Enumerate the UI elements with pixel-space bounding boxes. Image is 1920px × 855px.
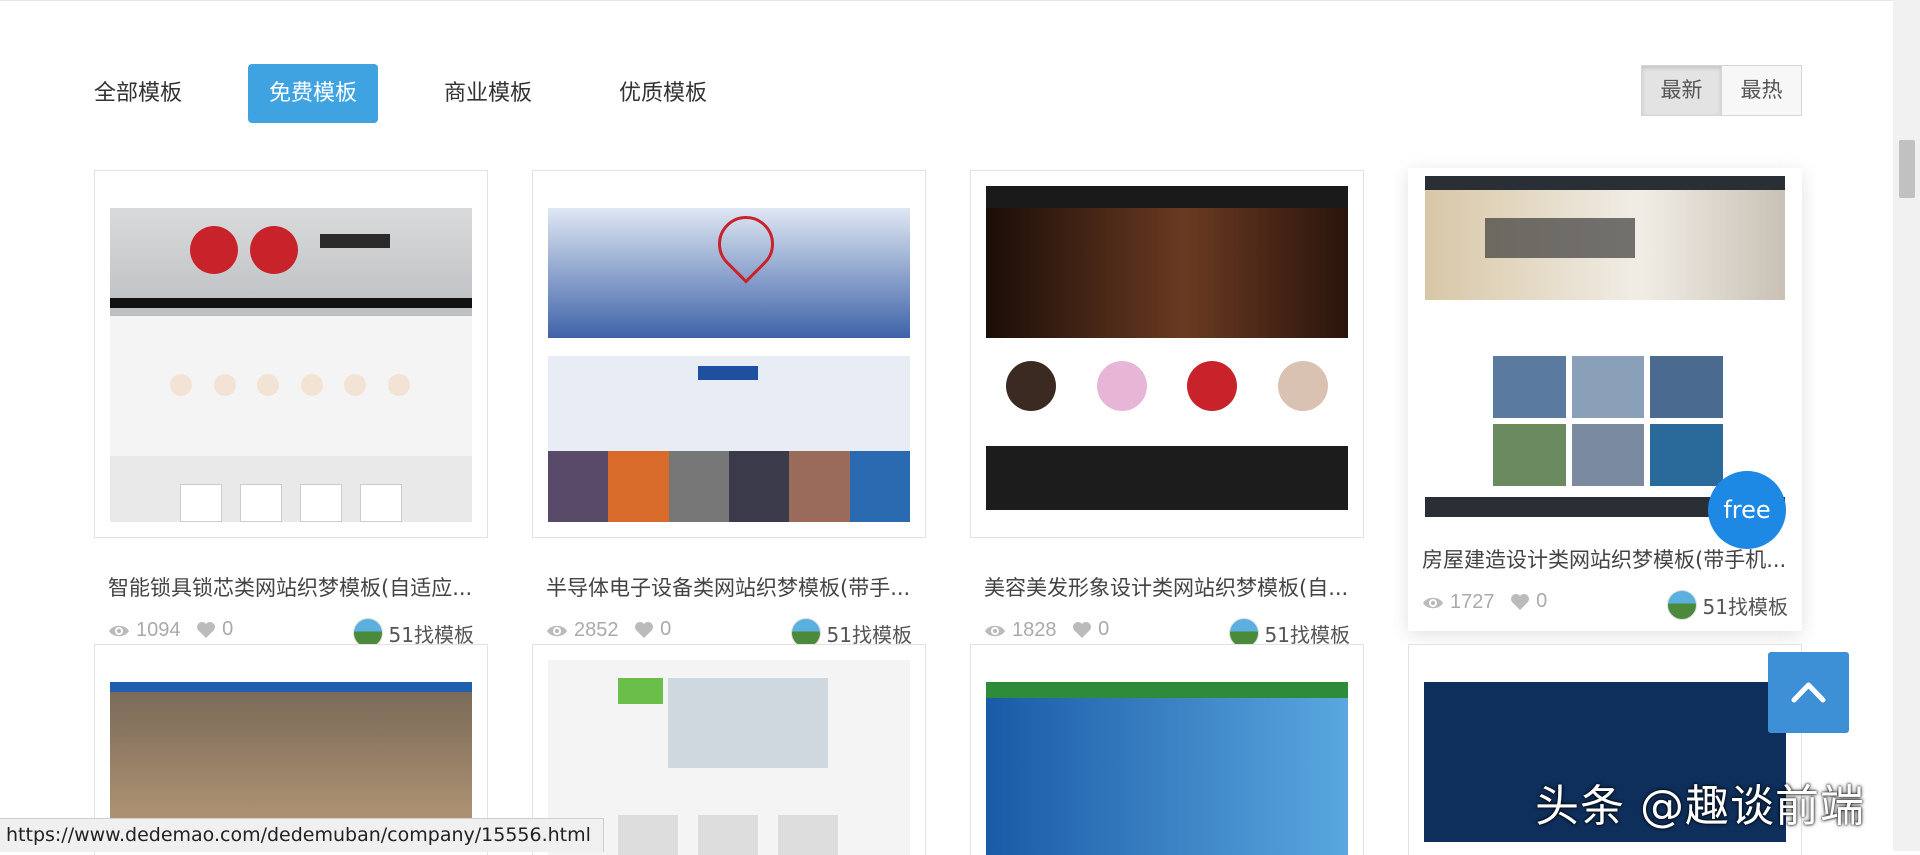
likes-count[interactable]: 0: [1510, 590, 1547, 613]
sort-hottest-button[interactable]: 最热: [1722, 65, 1802, 116]
views-count: 2852: [546, 619, 619, 642]
link-status-bar: https://www.dedemao.com/dedemuban/compan…: [0, 818, 604, 852]
template-card[interactable]: free 房屋建造设计类网站织梦模板(带手机... 1727 0 51找模板: [1408, 168, 1802, 631]
views-value: 1094: [136, 619, 181, 641]
template-title[interactable]: 半导体电子设备类网站织梦模板(带手...: [546, 572, 916, 602]
category-tabs: 全部模板 免费模板 商业模板 优质模板: [94, 64, 773, 124]
likes-value: 0: [660, 618, 672, 640]
tab-commercial-templates[interactable]: 商业模板: [423, 64, 553, 123]
likes-value: 0: [1536, 590, 1548, 612]
template-thumbnail[interactable]: [970, 170, 1364, 538]
views-count: 1094: [108, 619, 181, 642]
top-divider: [0, 0, 1900, 1]
likes-count[interactable]: 0: [1072, 618, 1109, 641]
template-card[interactable]: 半导体电子设备类网站织梦模板(带手... 2852 0 51找模板: [532, 170, 926, 650]
likes-count[interactable]: 0: [634, 618, 671, 641]
views-value: 1828: [1012, 619, 1057, 641]
sort-toggle: 最新 最热: [1641, 65, 1802, 116]
eye-icon: [109, 625, 129, 636]
thumbnail-image: [986, 660, 1348, 855]
free-badge: free: [1708, 471, 1786, 549]
back-to-top-button[interactable]: [1768, 652, 1849, 733]
template-title[interactable]: 美容美发形象设计类网站织梦模板(自...: [984, 572, 1354, 602]
tab-free-templates[interactable]: 免费模板: [248, 64, 379, 123]
template-thumbnail[interactable]: [94, 170, 488, 538]
heart-icon: [1073, 621, 1092, 638]
template-meta: 1094 0 51找模板: [108, 618, 488, 648]
thumbnail-image: [548, 186, 910, 522]
likes-count[interactable]: 0: [196, 618, 233, 641]
template-card[interactable]: 美容美发形象设计类网站织梦模板(自... 1828 0 51找模板: [970, 170, 1364, 650]
eye-icon: [1423, 597, 1443, 608]
thumbnail-image: [986, 186, 1348, 522]
template-meta: 1828 0 51找模板: [984, 618, 1364, 648]
views-count: 1828: [984, 619, 1057, 642]
template-thumbnail[interactable]: [970, 644, 1364, 855]
tab-premium-templates[interactable]: 优质模板: [598, 64, 728, 123]
eye-icon: [985, 625, 1005, 636]
template-card[interactable]: 智能锁具锁芯类网站织梦模板(自适应... 1094 0 51找模板: [94, 170, 488, 650]
scrollbar-thumb[interactable]: [1899, 140, 1915, 198]
page-scrollbar[interactable]: [1893, 0, 1920, 851]
heart-icon: [635, 621, 654, 638]
likes-value: 0: [1098, 618, 1110, 640]
thumbnail-image: [1425, 176, 1785, 517]
eye-icon: [547, 625, 567, 636]
avatar: [1666, 590, 1697, 620]
template-card[interactable]: [970, 644, 1364, 855]
template-title[interactable]: 房屋建造设计类网站织梦模板(带手机...: [1422, 544, 1792, 574]
views-value: 1727: [1450, 591, 1495, 613]
template-meta: 2852 0 51找模板: [546, 618, 926, 648]
author-link[interactable]: 51找模板: [1666, 590, 1788, 620]
heart-icon: [1511, 593, 1530, 610]
heart-icon: [197, 621, 216, 638]
views-count: 1727: [1422, 591, 1495, 614]
chevron-up-icon: [1791, 682, 1826, 703]
likes-value: 0: [222, 618, 234, 640]
template-meta: 1727 0 51找模板: [1422, 590, 1802, 620]
template-title[interactable]: 智能锁具锁芯类网站织梦模板(自适应...: [108, 572, 478, 602]
tab-all-templates[interactable]: 全部模板: [73, 64, 203, 123]
template-thumbnail[interactable]: [532, 170, 926, 538]
author-name: 51找模板: [1702, 594, 1788, 619]
sort-newest-button[interactable]: 最新: [1641, 65, 1722, 116]
views-value: 2852: [574, 619, 619, 641]
watermark: 头条 @趣谈前端: [1535, 781, 1865, 832]
thumbnail-image: [110, 186, 472, 522]
